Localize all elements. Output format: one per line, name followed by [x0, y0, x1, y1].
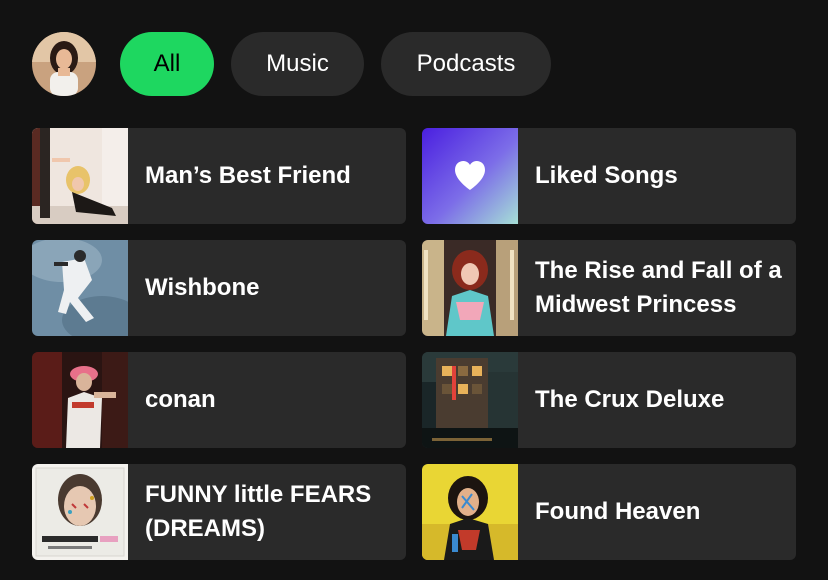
shortcut-tile-wishbone[interactable]: Wishbone	[32, 240, 406, 336]
shortcut-tile-funny-little-fears[interactable]: FUNNY little FEARS (DREAMS)	[32, 464, 406, 560]
album-cover	[32, 464, 128, 560]
shortcut-title: FUNNY little FEARS (DREAMS)	[145, 481, 372, 542]
shortcut-title: conan	[145, 386, 216, 413]
album-cover	[422, 352, 518, 448]
album-cover	[32, 352, 128, 448]
filter-bar: All Music Podcasts	[32, 32, 551, 96]
home-screen: All Music Podcasts Man’s Best Friend Lik…	[0, 0, 828, 580]
avatar-image	[32, 32, 96, 96]
shortcut-title: Liked Songs	[535, 162, 678, 189]
shortcut-title: Man’s Best Friend	[145, 162, 351, 189]
shortcut-title: Found Heaven	[535, 498, 701, 525]
shortcut-grid: Man’s Best Friend Liked Songs Wishbone T…	[32, 128, 796, 560]
filter-chip-all[interactable]: All	[120, 32, 214, 96]
liked-songs-cover	[422, 128, 518, 224]
album-cover	[422, 464, 518, 560]
shortcut-tile-found-heaven[interactable]: Found Heaven	[422, 464, 796, 560]
shortcut-tile-midwest-princess[interactable]: The Rise and Fall of a Midwest Princess	[422, 240, 796, 336]
shortcut-tile-conan[interactable]: conan	[32, 352, 406, 448]
shortcut-tile-liked-songs[interactable]: Liked Songs	[422, 128, 796, 224]
album-cover	[32, 240, 128, 336]
shortcut-tile-mans-best-friend[interactable]: Man’s Best Friend	[32, 128, 406, 224]
shortcut-tile-crux-deluxe[interactable]: The Crux Deluxe	[422, 352, 796, 448]
album-cover	[422, 240, 518, 336]
filter-chip-podcasts[interactable]: Podcasts	[381, 32, 551, 96]
album-cover	[32, 128, 128, 224]
shortcut-title: Wishbone	[145, 274, 260, 301]
profile-avatar[interactable]	[32, 32, 96, 96]
filter-chip-music[interactable]: Music	[231, 32, 364, 96]
shortcut-title: The Rise and Fall of a Midwest Princess	[535, 257, 782, 318]
shortcut-title: The Crux Deluxe	[535, 386, 725, 413]
